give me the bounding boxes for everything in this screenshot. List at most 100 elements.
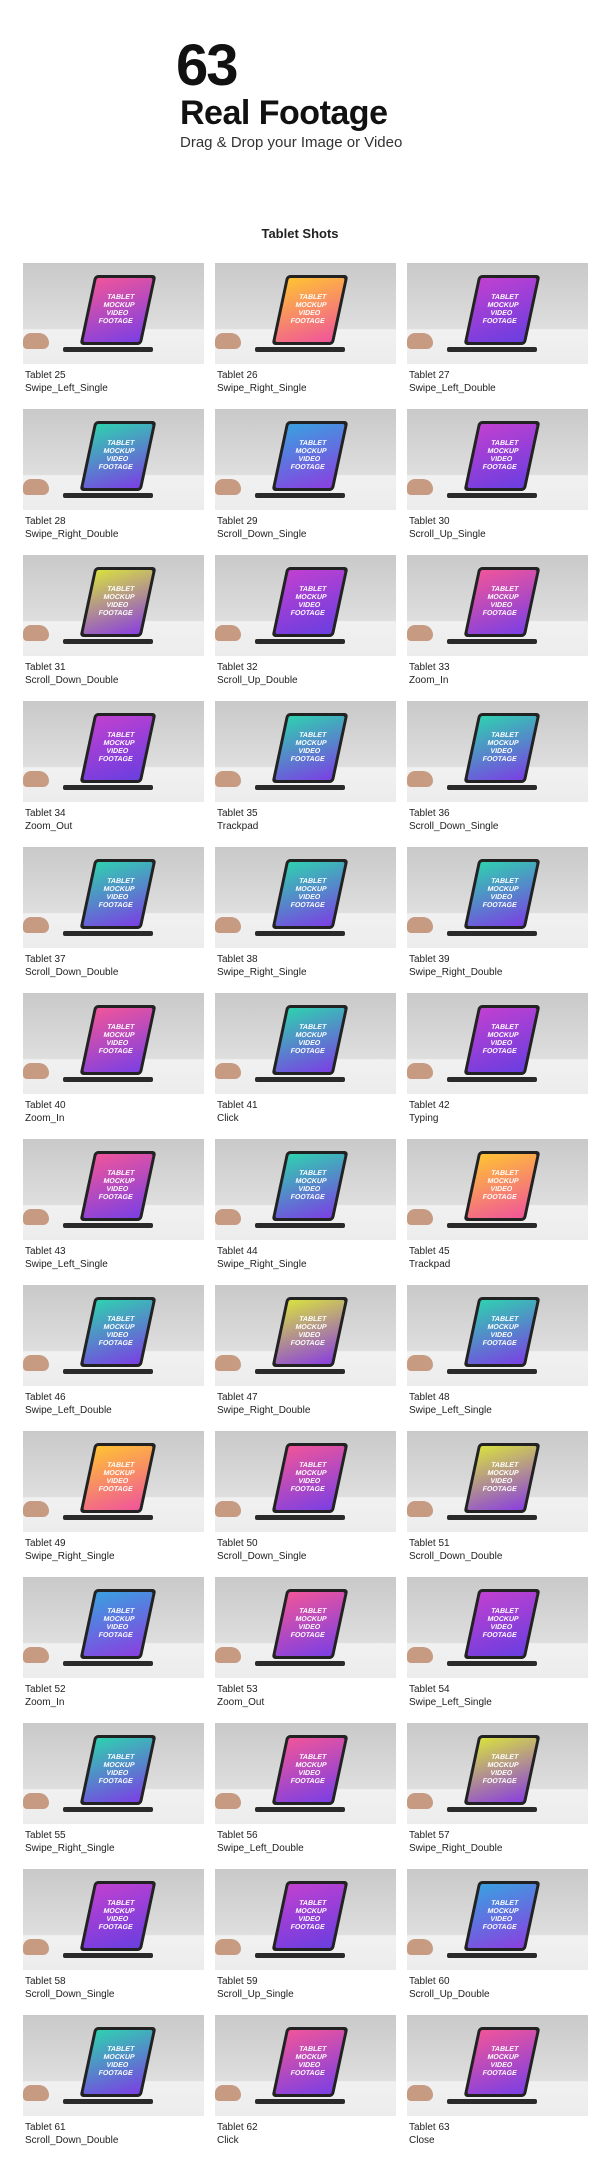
shot-card[interactable]: TABLET MOCKUP VIDEO FOOTAGE Tablet 56 Swipe… xyxy=(215,1723,396,1869)
shot-card[interactable]: TABLET MOCKUP VIDEO FOOTAGE Tablet 33 Zoom_… xyxy=(407,555,588,701)
screen-text: TABLET xyxy=(106,1608,135,1615)
shot-thumbnail[interactable]: TABLET MOCKUP VIDEO FOOTAGE xyxy=(215,409,396,510)
shot-thumbnail[interactable]: TABLET MOCKUP VIDEO FOOTAGE xyxy=(215,1139,396,1240)
shot-card[interactable]: TABLET MOCKUP VIDEO FOOTAGE Tablet 46 Swipe… xyxy=(23,1285,204,1431)
shot-thumbnail[interactable]: TABLET MOCKUP VIDEO FOOTAGE xyxy=(23,1869,204,1970)
shot-card[interactable]: TABLET MOCKUP VIDEO FOOTAGE Tablet 60 Scrol… xyxy=(407,1869,588,2015)
shot-thumbnail[interactable]: TABLET MOCKUP VIDEO FOOTAGE xyxy=(407,2015,588,2116)
shot-card[interactable]: TABLET MOCKUP VIDEO FOOTAGE Tablet 58 Scrol… xyxy=(23,1869,204,2015)
shot-thumbnail[interactable]: TABLET MOCKUP VIDEO FOOTAGE xyxy=(407,409,588,510)
keyboard xyxy=(447,1807,537,1812)
shot-card[interactable]: TABLET MOCKUP VIDEO FOOTAGE Tablet 39 Swipe… xyxy=(407,847,588,993)
shot-card[interactable]: TABLET MOCKUP VIDEO FOOTAGE Tablet 50 Scrol… xyxy=(215,1431,396,1577)
shot-card[interactable]: TABLET MOCKUP VIDEO FOOTAGE Tablet 59 Scrol… xyxy=(215,1869,396,2015)
shot-card[interactable]: TABLET MOCKUP VIDEO FOOTAGE Tablet 37 Scrol… xyxy=(23,847,204,993)
shot-card[interactable]: TABLET MOCKUP VIDEO FOOTAGE Tablet 41 Click xyxy=(215,993,396,1139)
shot-card[interactable]: TABLET MOCKUP VIDEO FOOTAGE Tablet 31 Scrol… xyxy=(23,555,204,701)
shot-thumbnail[interactable]: TABLET MOCKUP VIDEO FOOTAGE xyxy=(407,555,588,656)
shot-thumbnail[interactable]: TABLET MOCKUP VIDEO FOOTAGE xyxy=(407,993,588,1094)
shot-thumbnail[interactable]: TABLET MOCKUP VIDEO FOOTAGE xyxy=(407,1285,588,1386)
shot-card[interactable]: TABLET MOCKUP VIDEO FOOTAGE Tablet 47 Swipe… xyxy=(215,1285,396,1431)
shot-thumbnail[interactable]: TABLET MOCKUP VIDEO FOOTAGE xyxy=(23,555,204,656)
shot-card[interactable]: TABLET MOCKUP VIDEO FOOTAGE Tablet 55 Swipe… xyxy=(23,1723,204,1869)
shot-thumbnail[interactable]: TABLET MOCKUP VIDEO FOOTAGE xyxy=(23,993,204,1094)
screen-text: FOOTAGE xyxy=(97,1340,134,1347)
shot-thumbnail[interactable]: TABLET MOCKUP VIDEO FOOTAGE xyxy=(23,847,204,948)
shot-card[interactable]: TABLET MOCKUP VIDEO FOOTAGE Tablet 28 Swipe… xyxy=(23,409,204,555)
shot-card[interactable]: TABLET MOCKUP VIDEO FOOTAGE Tablet 38 Swipe… xyxy=(215,847,396,993)
shot-thumbnail[interactable]: TABLET MOCKUP VIDEO FOOTAGE xyxy=(23,409,204,510)
shot-thumbnail[interactable]: TABLET MOCKUP VIDEO FOOTAGE xyxy=(23,263,204,364)
shot-thumbnail[interactable]: TABLET MOCKUP VIDEO FOOTAGE xyxy=(23,1139,204,1240)
shot-card[interactable]: TABLET MOCKUP VIDEO FOOTAGE Tablet 35 Track… xyxy=(215,701,396,847)
shot-thumbnail[interactable]: TABLET MOCKUP VIDEO FOOTAGE xyxy=(23,701,204,802)
shot-card[interactable]: TABLET MOCKUP VIDEO FOOTAGE Tablet 63 Close xyxy=(407,2015,588,2161)
shot-card[interactable]: TABLET MOCKUP VIDEO FOOTAGE Tablet 27 Swipe… xyxy=(407,263,588,409)
keyboard xyxy=(63,2099,153,2104)
shot-name: Tablet 62 xyxy=(217,2122,258,2133)
shot-thumbnail[interactable]: TABLET MOCKUP VIDEO FOOTAGE xyxy=(23,1577,204,1678)
shot-thumbnail[interactable]: TABLET MOCKUP VIDEO FOOTAGE xyxy=(215,555,396,656)
shot-card[interactable]: TABLET MOCKUP VIDEO FOOTAGE Tablet 26 Swipe… xyxy=(215,263,396,409)
shot-thumbnail[interactable]: TABLET MOCKUP VIDEO FOOTAGE xyxy=(407,263,588,364)
keyboard xyxy=(447,1661,537,1666)
shot-card[interactable]: TABLET MOCKUP VIDEO FOOTAGE Tablet 40 Zoom_… xyxy=(23,993,204,1139)
shot-thumbnail[interactable]: TABLET MOCKUP VIDEO FOOTAGE xyxy=(407,1869,588,1970)
shot-thumbnail[interactable]: TABLET MOCKUP VIDEO FOOTAGE xyxy=(215,1577,396,1678)
shot-card[interactable]: TABLET MOCKUP VIDEO FOOTAGE Tablet 49 Swipe… xyxy=(23,1431,204,1577)
shot-card[interactable]: TABLET MOCKUP VIDEO FOOTAGE Tablet 51 Scrol… xyxy=(407,1431,588,1577)
shot-thumbnail[interactable]: TABLET MOCKUP VIDEO FOOTAGE xyxy=(215,993,396,1094)
shot-card[interactable]: TABLET MOCKUP VIDEO FOOTAGE Tablet 32 Scrol… xyxy=(215,555,396,701)
shot-thumbnail[interactable]: TABLET MOCKUP VIDEO FOOTAGE xyxy=(23,1431,204,1532)
shot-card[interactable]: TABLET MOCKUP VIDEO FOOTAGE Tablet 57 Swipe… xyxy=(407,1723,588,1869)
shot-thumbnail[interactable]: TABLET MOCKUP VIDEO FOOTAGE xyxy=(407,847,588,948)
screen-text: MOCKUP xyxy=(294,1324,328,1331)
shot-thumbnail[interactable]: TABLET MOCKUP VIDEO FOOTAGE xyxy=(215,1869,396,1970)
shot-card[interactable]: TABLET MOCKUP VIDEO FOOTAGE Tablet 61 Scrol… xyxy=(23,2015,204,2161)
shot-thumbnail[interactable]: TABLET MOCKUP VIDEO FOOTAGE xyxy=(407,1431,588,1532)
shot-card[interactable]: TABLET MOCKUP VIDEO FOOTAGE Tablet 53 Zoom_… xyxy=(215,1577,396,1723)
shot-name: Tablet 30 xyxy=(409,516,450,527)
keyboard xyxy=(63,1515,153,1520)
screen-text: FOOTAGE xyxy=(97,902,134,909)
shot-thumbnail[interactable]: TABLET MOCKUP VIDEO FOOTAGE xyxy=(407,701,588,802)
hand xyxy=(23,2085,49,2101)
shot-action: Trackpad xyxy=(409,1259,451,1270)
shot-card[interactable]: TABLET MOCKUP VIDEO FOOTAGE Tablet 62 Click xyxy=(215,2015,396,2161)
shot-thumbnail[interactable]: TABLET MOCKUP VIDEO FOOTAGE xyxy=(407,1723,588,1824)
shot-card[interactable]: TABLET MOCKUP VIDEO FOOTAGE Tablet 43 Swipe… xyxy=(23,1139,204,1285)
shot-thumbnail[interactable]: TABLET MOCKUP VIDEO FOOTAGE xyxy=(407,1139,588,1240)
shot-name: Tablet 43 xyxy=(25,1246,66,1257)
shot-card[interactable]: TABLET MOCKUP VIDEO FOOTAGE Tablet 25 Swipe… xyxy=(23,263,204,409)
screen-text: FOOTAGE xyxy=(97,1632,134,1639)
shot-thumbnail[interactable]: TABLET MOCKUP VIDEO FOOTAGE xyxy=(215,1285,396,1386)
shot-thumbnail[interactable]: TABLET MOCKUP VIDEO FOOTAGE xyxy=(215,701,396,802)
shot-thumbnail[interactable]: TABLET MOCKUP VIDEO FOOTAGE xyxy=(215,847,396,948)
shot-card[interactable]: TABLET MOCKUP VIDEO FOOTAGE Tablet 44 Swipe… xyxy=(215,1139,396,1285)
shot-thumbnail[interactable]: TABLET MOCKUP VIDEO FOOTAGE xyxy=(215,1431,396,1532)
shot-thumbnail[interactable]: TABLET MOCKUP VIDEO FOOTAGE xyxy=(23,1285,204,1386)
shot-card[interactable]: TABLET MOCKUP VIDEO FOOTAGE Tablet 48 Swipe… xyxy=(407,1285,588,1431)
shot-thumbnail[interactable]: TABLET MOCKUP VIDEO FOOTAGE xyxy=(407,1577,588,1678)
shot-card[interactable]: TABLET MOCKUP VIDEO FOOTAGE Tablet 30 Scrol… xyxy=(407,409,588,555)
shot-thumbnail[interactable]: TABLET MOCKUP VIDEO FOOTAGE xyxy=(215,1723,396,1824)
shot-card[interactable]: TABLET MOCKUP VIDEO FOOTAGE Tablet 36 Scrol… xyxy=(407,701,588,847)
screen-text: TABLET xyxy=(298,1170,327,1177)
screen-text: FOOTAGE xyxy=(289,1340,326,1347)
shot-action: Swipe_Right_Single xyxy=(25,1551,115,1562)
hand xyxy=(215,1355,241,1371)
shot-name: Tablet 50 xyxy=(217,1538,258,1549)
shot-thumbnail[interactable]: TABLET MOCKUP VIDEO FOOTAGE xyxy=(215,263,396,364)
hand xyxy=(215,917,241,933)
shot-card[interactable]: TABLET MOCKUP VIDEO FOOTAGE Tablet 34 Zoom_… xyxy=(23,701,204,847)
shot-card[interactable]: TABLET MOCKUP VIDEO FOOTAGE Tablet 54 Swipe… xyxy=(407,1577,588,1723)
shot-card[interactable]: TABLET MOCKUP VIDEO FOOTAGE Tablet 52 Zoom_… xyxy=(23,1577,204,1723)
shot-thumbnail[interactable]: TABLET MOCKUP VIDEO FOOTAGE xyxy=(23,2015,204,2116)
shot-card[interactable]: TABLET MOCKUP VIDEO FOOTAGE Tablet 29 Scrol… xyxy=(215,409,396,555)
shot-thumbnail[interactable]: TABLET MOCKUP VIDEO FOOTAGE xyxy=(215,2015,396,2116)
shot-card[interactable]: TABLET MOCKUP VIDEO FOOTAGE Tablet 45 Track… xyxy=(407,1139,588,1285)
shot-card[interactable]: TABLET MOCKUP VIDEO FOOTAGE Tablet 42 Typin… xyxy=(407,993,588,1139)
tablet-screen: TABLET MOCKUP VIDEO FOOTAGE xyxy=(83,1008,153,1072)
shot-action: Scroll_Down_Double xyxy=(25,967,119,978)
shot-thumbnail[interactable]: TABLET MOCKUP VIDEO FOOTAGE xyxy=(23,1723,204,1824)
